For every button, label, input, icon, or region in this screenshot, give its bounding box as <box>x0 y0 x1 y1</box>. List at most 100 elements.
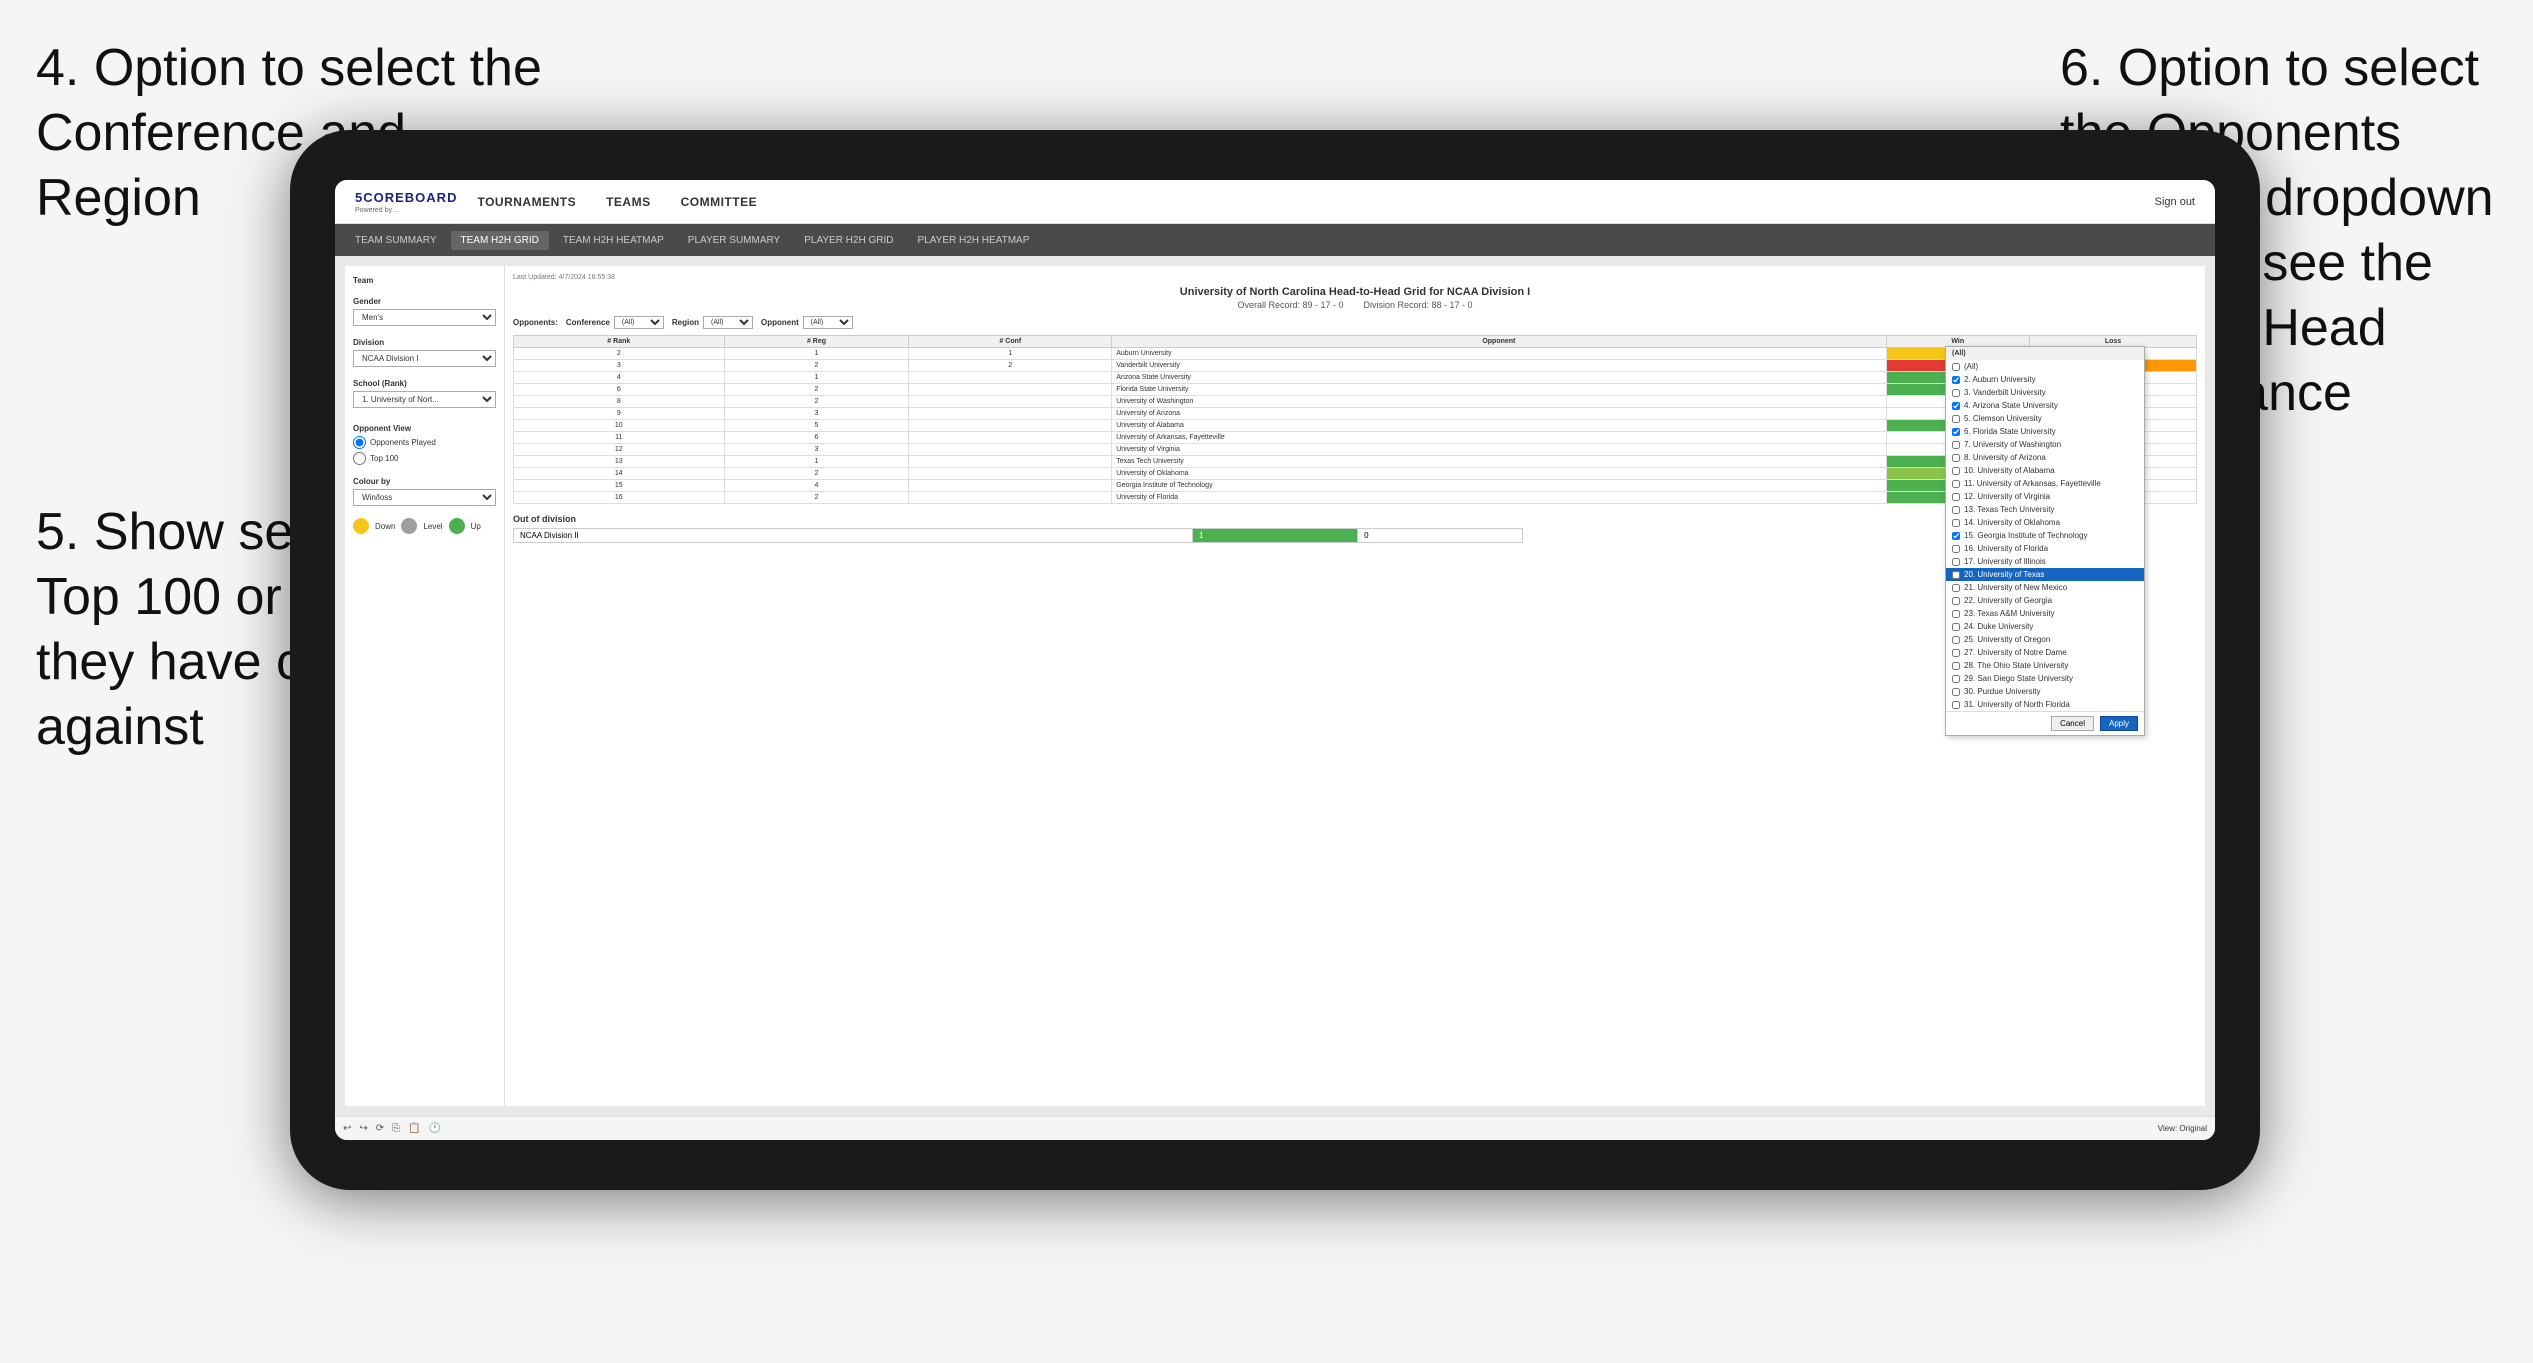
dropdown-item[interactable]: 2. Auburn University <box>1946 373 2144 386</box>
dropdown-item[interactable]: 10. University of Alabama <box>1946 464 2144 477</box>
redo-icon[interactable]: ↪ <box>359 1123 367 1134</box>
opponent-select[interactable]: (All) <box>803 316 853 329</box>
dropdown-item[interactable]: 12. University of Virginia <box>1946 490 2144 503</box>
nav-bar: 5COREBOARD Powered by ... TOURNAMENTS TE… <box>335 180 2215 224</box>
division-dropdown[interactable]: NCAA Division I <box>353 350 496 367</box>
cell-reg: 3 <box>724 444 909 456</box>
dropdown-item[interactable]: 28. The Ohio State University <box>1946 659 2144 672</box>
colour-by-dropdown[interactable]: Win/loss <box>353 489 496 506</box>
cell-rank: 4 <box>514 372 725 384</box>
conference-filter-label: Conference <box>566 318 610 327</box>
clock-icon[interactable]: 🕐 <box>429 1123 441 1134</box>
subnav-team-h2h-grid[interactable]: TEAM H2H GRID <box>451 231 549 250</box>
subnav-player-h2h-grid[interactable]: PLAYER H2H GRID <box>794 231 903 250</box>
dropdown-item[interactable]: 8. University of Arizona <box>1946 451 2144 464</box>
dropdown-item[interactable]: 17. University of Illinois <box>1946 555 2144 568</box>
dropdown-item[interactable]: 22. University of Georgia <box>1946 594 2144 607</box>
cell-rank: 12 <box>514 444 725 456</box>
cell-conf <box>909 444 1112 456</box>
legend-up-label: Up <box>471 522 481 531</box>
team-label: Team <box>353 276 496 285</box>
paste-icon[interactable]: 📋 <box>408 1123 420 1134</box>
conference-select[interactable]: (All) <box>614 316 664 329</box>
school-section: School (Rank) 1. University of Nort... <box>353 379 496 408</box>
col-conf: # Conf <box>909 336 1112 348</box>
radio-top-100[interactable]: Top 100 <box>353 452 496 465</box>
nav-tournaments[interactable]: TOURNAMENTS <box>477 195 576 209</box>
dropdown-item[interactable]: 4. Arizona State University <box>1946 399 2144 412</box>
dropdown-item[interactable]: 25. University of Oregon <box>1946 633 2144 646</box>
dropdown-item[interactable]: (All) <box>1946 360 2144 373</box>
cell-rank: 16 <box>514 492 725 504</box>
opponent-view-label: Opponent View <box>353 424 496 433</box>
cell-opponent: University of Arizona <box>1112 408 1886 420</box>
region-select[interactable]: (All) <box>703 316 753 329</box>
report-title: University of North Carolina Head-to-Hea… <box>513 286 2197 298</box>
region-filter-label: Region <box>672 318 699 327</box>
nav-committee[interactable]: COMMITTEE <box>681 195 758 209</box>
cell-opponent: Florida State University <box>1112 384 1886 396</box>
dropdown-item[interactable]: 7. University of Washington <box>1946 438 2144 451</box>
tablet-screen: 5COREBOARD Powered by ... TOURNAMENTS TE… <box>335 180 2215 1140</box>
gender-label: Gender <box>353 297 496 306</box>
cell-conf <box>909 372 1112 384</box>
cell-rank: 14 <box>514 468 725 480</box>
dropdown-item[interactable]: 27. University of Notre Dame <box>1946 646 2144 659</box>
cancel-button[interactable]: Cancel <box>2051 716 2094 731</box>
cell-conf <box>909 456 1112 468</box>
nav-links: TOURNAMENTS TEAMS COMMITTEE <box>477 195 2154 209</box>
cell-reg: 6 <box>724 432 909 444</box>
dropdown-item[interactable]: 29. San Diego State University <box>1946 672 2144 685</box>
subnav-team-h2h-heatmap[interactable]: TEAM H2H HEATMAP <box>553 231 674 250</box>
division-section: Division NCAA Division I <box>353 338 496 367</box>
cell-reg: 2 <box>724 468 909 480</box>
dropdown-item[interactable]: 13. Texas Tech University <box>1946 503 2144 516</box>
col-reg: # Reg <box>724 336 909 348</box>
nav-teams[interactable]: TEAMS <box>606 195 651 209</box>
out-of-division-table: NCAA Division II 1 0 <box>513 528 1523 543</box>
dropdown-item[interactable]: 16. University of Florida <box>1946 542 2144 555</box>
dropdown-item[interactable]: 5. Clemson University <box>1946 412 2144 425</box>
cell-conf <box>909 396 1112 408</box>
opponents-label: Opponents: <box>513 318 558 327</box>
subnav-player-h2h-heatmap[interactable]: PLAYER H2H HEATMAP <box>908 231 1040 250</box>
dropdown-item[interactable]: 21. University of New Mexico <box>1946 581 2144 594</box>
dropdown-item[interactable]: 3. Vanderbilt University <box>1946 386 2144 399</box>
dropdown-item[interactable]: 11. University of Arkansas, Fayetteville <box>1946 477 2144 490</box>
cell-reg: 1 <box>724 456 909 468</box>
dropdown-item[interactable]: 24. Duke University <box>1946 620 2144 633</box>
dropdown-item[interactable]: 14. University of Oklahoma <box>1946 516 2144 529</box>
cell-conf <box>909 432 1112 444</box>
copy-icon[interactable]: ⎘ <box>392 1123 400 1134</box>
radio-opponents-played[interactable]: Opponents Played <box>353 436 496 449</box>
dropdown-item[interactable]: 6. Florida State University <box>1946 425 2144 438</box>
dropdown-item[interactable]: 30. Purdue University <box>1946 685 2144 698</box>
gender-section: Gender Men's <box>353 297 496 326</box>
dropdown-item[interactable]: 20. University of Texas <box>1946 568 2144 581</box>
dropdown-item[interactable]: 31. University of North Florida <box>1946 698 2144 711</box>
colour-by-label: Colour by <box>353 477 496 486</box>
opponent-filter: Opponent (All) <box>761 316 853 329</box>
apply-button[interactable]: Apply <box>2100 716 2138 731</box>
conference-filter: Conference (All) <box>566 316 664 329</box>
dropdown-item[interactable]: 15. Georgia Institute of Technology <box>1946 529 2144 542</box>
sign-out-link[interactable]: Sign out <box>2155 196 2195 208</box>
main-content: Team Gender Men's Division NCAA Division… <box>335 256 2215 1116</box>
subnav-team-summary[interactable]: TEAM SUMMARY <box>345 231 447 250</box>
subnav-player-summary[interactable]: PLAYER SUMMARY <box>678 231 790 250</box>
dropdown-footer: Cancel Apply <box>1946 711 2144 735</box>
cell-rank: 9 <box>514 408 725 420</box>
cell-reg: 2 <box>724 360 909 372</box>
school-dropdown[interactable]: 1. University of Nort... <box>353 391 496 408</box>
gender-dropdown[interactable]: Men's <box>353 309 496 326</box>
cell-opponent: Arizona State University <box>1112 372 1886 384</box>
undo-icon[interactable]: ↩ <box>343 1123 351 1134</box>
opponent-dropdown-panel[interactable]: (All) (All) 2. Auburn University 3. Vand… <box>1945 346 2145 736</box>
opponent-view-section: Opponent View Opponents Played Top 100 <box>353 424 496 465</box>
tablet-frame: 5COREBOARD Powered by ... TOURNAMENTS TE… <box>290 130 2260 1190</box>
last-updated: Last Updated: 4/7/2024 16:55:38 <box>513 274 615 281</box>
out-div-name: NCAA Division II <box>514 529 1193 543</box>
reset-icon[interactable]: ⟳ <box>376 1123 384 1134</box>
cell-rank: 6 <box>514 384 725 396</box>
dropdown-item[interactable]: 23. Texas A&M University <box>1946 607 2144 620</box>
